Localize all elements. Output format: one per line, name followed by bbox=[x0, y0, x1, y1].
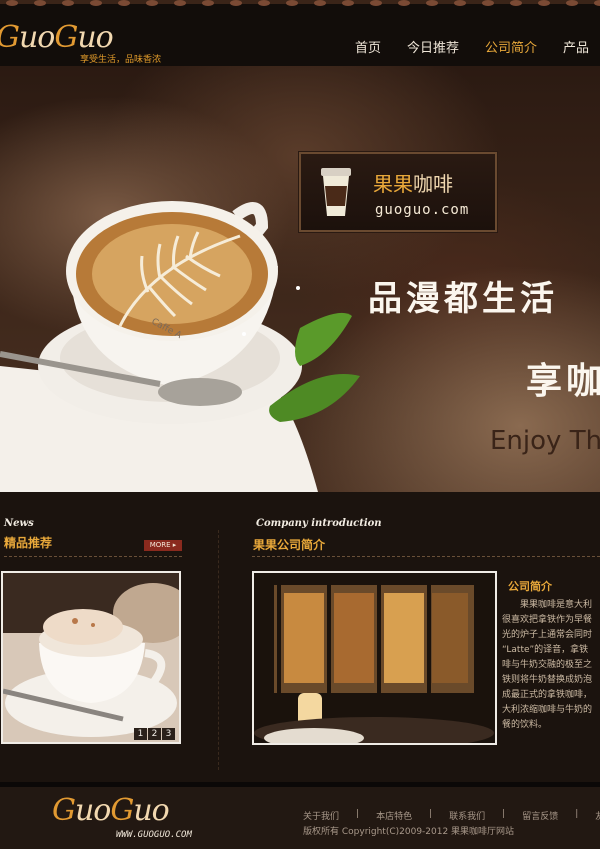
takeaway-cup-icon bbox=[321, 168, 351, 216]
footer: GuoGuo WWW.GUOGUO.COM 关于我们 | 本店特色 | 联系我们… bbox=[0, 787, 600, 849]
footer-link-features[interactable]: 本店特色 bbox=[376, 809, 412, 822]
content-section: News 精品推荐 MORE ▸ 1 2 3 Company introduct… bbox=[0, 492, 600, 782]
nav-item-today[interactable]: 今日推荐 bbox=[407, 37, 459, 56]
divider bbox=[4, 556, 182, 557]
pager-page-2[interactable]: 2 bbox=[148, 728, 161, 740]
hero-slogan-line1: 品漫都生活 bbox=[368, 279, 558, 319]
brand-sign: 果果咖啡 guoguo.com bbox=[299, 152, 497, 232]
about-text-line: 大利浓缩咖啡与牛奶的 bbox=[502, 705, 593, 715]
pager-page-1[interactable]: 1 bbox=[134, 728, 147, 740]
footer-link-friends[interactable]: 友 bbox=[595, 809, 600, 822]
brand-name-highlight: 果果 bbox=[373, 172, 413, 196]
about-text: 果果咖啡是意大利 很喜欢把拿铁作为早餐 光的炉子上通常会同时 “Latte”的译… bbox=[502, 598, 600, 758]
decorative-bead-border bbox=[6, 0, 600, 6]
about-text-line: “Latte”的译音，拿铁 bbox=[502, 645, 589, 655]
logo-letter: uo bbox=[74, 793, 111, 828]
about-text-line: 啡与牛奶交融的极至之 bbox=[502, 660, 593, 670]
footer-link-feedback[interactable]: 留言反馈 bbox=[522, 809, 558, 822]
about-text-line: 餐的饮料。 bbox=[502, 720, 548, 730]
logo-letter: G bbox=[0, 20, 20, 55]
column-divider bbox=[218, 530, 219, 770]
nav-item-about[interactable]: 公司简介 bbox=[485, 37, 537, 56]
about-text-line: 光的炉子上通常会同时 bbox=[502, 630, 593, 640]
company-label-en: Company introduction bbox=[256, 518, 382, 529]
logo-letter: G bbox=[54, 20, 78, 55]
news-label-en: News bbox=[4, 518, 34, 529]
hero-banner: Caffe A 果果咖啡 guoguo.com 品漫都生活 享咖 Enjoy T… bbox=[0, 66, 600, 492]
footer-links: 关于我们 | 本店特色 | 联系我们 | 留言反馈 | 友 bbox=[303, 809, 600, 822]
footer-logo[interactable]: GuoGuo bbox=[52, 793, 170, 828]
divider bbox=[252, 556, 600, 557]
cafe-interior-photo bbox=[254, 573, 495, 743]
logo-letter: uo bbox=[18, 20, 55, 55]
brand-url: guoguo.com bbox=[375, 202, 470, 218]
hero-enjoy-text: Enjoy Th bbox=[490, 426, 600, 456]
hero-slogan-line2: 享咖 bbox=[526, 360, 600, 402]
link-separator: | bbox=[502, 809, 506, 819]
logo-letter: G bbox=[52, 793, 76, 828]
header: GuoGuo 享受生活，品味香浓 首页 今日推荐 公司简介 产品 bbox=[0, 0, 600, 66]
logo-letter: G bbox=[110, 793, 134, 828]
brand-name: 果果咖啡 bbox=[373, 168, 453, 197]
about-text-line: 果果咖啡是意大利 bbox=[502, 600, 593, 610]
cappuccino-photo bbox=[3, 573, 179, 742]
company-interior-image bbox=[252, 571, 497, 745]
brand-name-rest: 咖啡 bbox=[413, 172, 453, 196]
copyright-text: 版权所有 Copyright(C)2009-2012 果果咖啡厅网站 bbox=[303, 827, 515, 837]
footer-link-about[interactable]: 关于我们 bbox=[303, 809, 339, 822]
news-title: 精品推荐 bbox=[4, 536, 53, 550]
company-title: 果果公司简介 bbox=[253, 538, 326, 552]
about-text-line: 铁则将牛奶替换成奶泡 bbox=[502, 675, 593, 685]
main-nav: 首页 今日推荐 公司简介 产品 bbox=[355, 37, 600, 56]
nav-item-products[interactable]: 产品 bbox=[563, 37, 589, 56]
slide-pager: 1 2 3 bbox=[133, 728, 175, 740]
pager-page-3[interactable]: 3 bbox=[162, 728, 175, 740]
logo-letter: uo bbox=[77, 20, 113, 55]
about-title: 公司简介 bbox=[508, 580, 552, 593]
about-text-line: 成最正式的拿铁咖啡， bbox=[502, 690, 593, 700]
logo-letter: uo bbox=[133, 793, 169, 828]
link-separator: | bbox=[429, 809, 433, 819]
link-separator: | bbox=[356, 809, 360, 819]
link-separator: | bbox=[575, 809, 579, 819]
featured-product-image[interactable]: 1 2 3 bbox=[1, 571, 181, 744]
site-tagline: 享受生活，品味香浓 bbox=[80, 55, 162, 65]
site-logo[interactable]: GuoGuo bbox=[0, 20, 114, 55]
more-button[interactable]: MORE ▸ bbox=[144, 540, 182, 551]
footer-url: WWW.GUOGUO.COM bbox=[116, 830, 192, 840]
about-text-line: 很喜欢把拿铁作为早餐 bbox=[502, 615, 593, 625]
nav-item-home[interactable]: 首页 bbox=[355, 37, 381, 56]
footer-link-contact[interactable]: 联系我们 bbox=[449, 809, 485, 822]
